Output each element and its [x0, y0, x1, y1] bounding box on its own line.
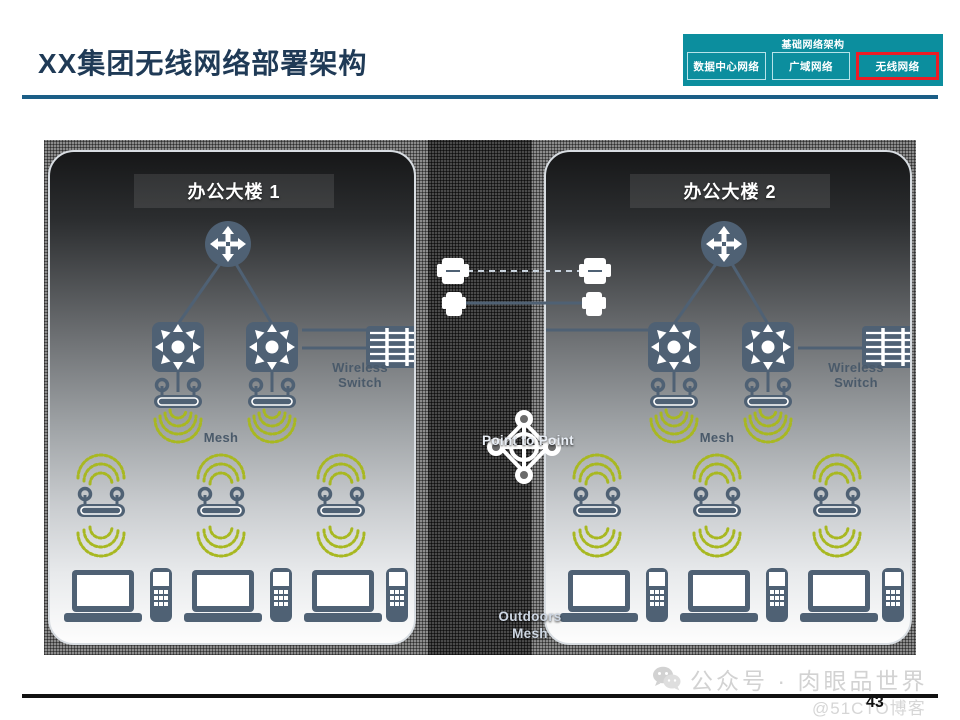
- watermark: 公众号 · 肉眼品世界: [652, 662, 927, 696]
- phone-icon-2b: [766, 568, 788, 622]
- phone-icon-2a: [646, 568, 668, 622]
- wechat-icon: [653, 666, 681, 691]
- p2p-bridge-icon-left-top: [437, 258, 469, 284]
- laptop-icon-1c: [304, 570, 382, 622]
- laptop-icon-2c: [800, 570, 878, 622]
- outdoors-mesh-label-line1: Outdoors: [498, 609, 562, 624]
- mesh-ap-icon-2c: [813, 486, 861, 517]
- wireless-switch-label-2: Wireless Switch: [828, 360, 884, 390]
- router-icon-1: [205, 221, 251, 267]
- laptop-icon-1a: [64, 570, 142, 622]
- p2p-bridge-icon-right-top: [579, 258, 611, 284]
- center-topology: [437, 258, 611, 484]
- network-diagram: 办公大楼 1 Wireless Switch Mesh 办公大楼 2 Wirel…: [44, 140, 916, 655]
- p2p-bridge-icon-right-bottom: [582, 292, 606, 316]
- phone-icon-2c: [882, 568, 904, 622]
- nav-tabs: 数据中心网络 广域网络 无线网络: [687, 52, 940, 80]
- title-divider: [22, 95, 938, 99]
- tab-wan-network[interactable]: 广域网络: [771, 52, 851, 80]
- nav-heading: 基础网络架构: [781, 40, 845, 51]
- footer-divider: [22, 694, 938, 698]
- mesh-label-2: Mesh: [699, 430, 735, 445]
- phone-icon-1b: [270, 568, 292, 622]
- mesh-ap-icon-1b: [197, 486, 245, 517]
- page-number: 43: [866, 694, 884, 711]
- switch-icon-2b: [742, 322, 794, 372]
- switch-icon-1b: [246, 322, 298, 372]
- phone-icon-1a: [150, 568, 172, 622]
- mesh-ap-icon-2b: [693, 486, 741, 517]
- mesh-ap-icon-1a: [77, 486, 125, 517]
- switch-icon-1a: [152, 322, 204, 372]
- phone-icon-1c: [386, 568, 408, 622]
- mesh-ap-icon-1c: [317, 486, 365, 517]
- switch-icon-2a: [648, 322, 700, 372]
- page-title: XX集团无线网络部署架构: [38, 48, 368, 79]
- tab-datacenter-network[interactable]: 数据中心网络: [687, 52, 766, 80]
- tab-wireless-network[interactable]: 无线网络: [856, 52, 940, 80]
- laptop-icon-1b: [184, 570, 262, 622]
- mesh-label-1: Mesh: [203, 430, 239, 445]
- nav-panel: 基础网络架构 数据中心网络 广域网络 无线网络: [683, 34, 943, 86]
- router-icon-2: [701, 221, 747, 267]
- building-card-1: 办公大楼 1 Wireless Switch Mesh: [48, 150, 416, 645]
- outdoors-mesh-label: Outdoors Mesh: [442, 608, 618, 642]
- point-to-point-label: Point to Point: [482, 433, 574, 448]
- wireless-switch-label-1: Wireless Switch: [332, 360, 388, 390]
- laptop-icon-2b: [680, 570, 758, 622]
- p2p-bridge-icon-left-bottom: [442, 292, 466, 316]
- outdoors-mesh-label-line2: Mesh: [512, 626, 548, 641]
- watermark-text: 公众号 · 肉眼品世界: [690, 668, 928, 694]
- building-1-topology: [64, 221, 414, 622]
